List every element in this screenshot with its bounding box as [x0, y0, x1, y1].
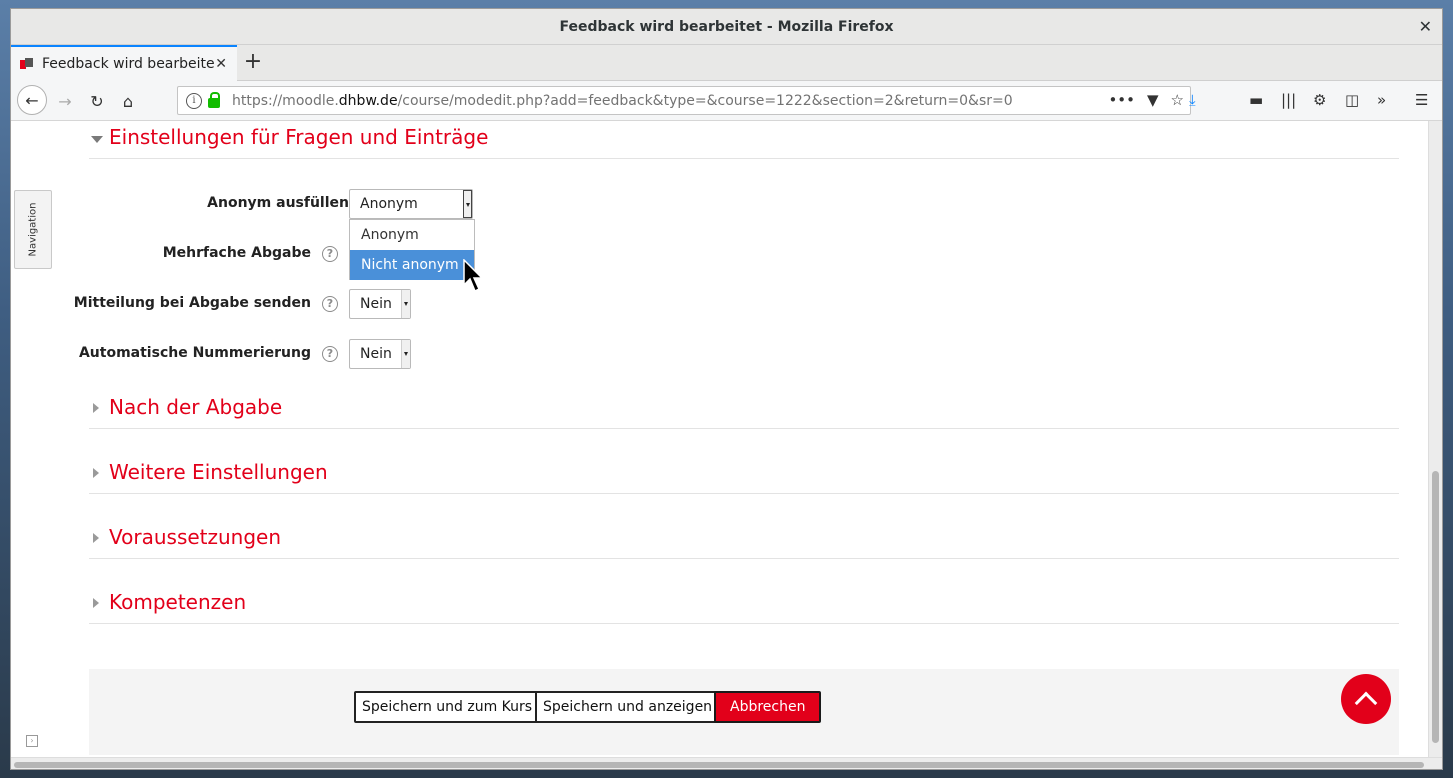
page-actions-icon[interactable]: •••: [1108, 91, 1135, 109]
tab-close-icon[interactable]: ✕: [215, 56, 227, 72]
section-after-submit-title[interactable]: Nach der Abgabe: [109, 395, 282, 419]
autonumber-row: Automatische Nummerierung: [79, 339, 489, 369]
overflow-chevron-icon[interactable]: »: [1377, 91, 1386, 109]
section-competencies-title[interactable]: Kompetenzen: [109, 590, 246, 614]
library-icon[interactable]: |||: [1281, 91, 1296, 109]
bookmark-star-icon[interactable]: ☆: [1171, 91, 1184, 109]
tab-feedback[interactable]: Feedback wird bearbeitet ✕: [11, 45, 237, 81]
download-icon[interactable]: ⤓: [1189, 91, 1196, 109]
dropdown-arrow-icon: [463, 190, 472, 218]
notification-select-value: Nein: [360, 296, 392, 312]
vertical-scrollbar-thumb[interactable]: [1432, 471, 1439, 743]
save-and-display-button[interactable]: Speichern und anzeigen: [535, 691, 721, 723]
section-after-submit-header[interactable]: Nach der Abgabe: [89, 391, 1399, 429]
back-to-top-button[interactable]: [1341, 674, 1391, 724]
reload-icon[interactable]: ↻: [83, 87, 111, 115]
section-more-settings-header[interactable]: Weitere Einstellungen: [89, 456, 1399, 494]
navigation-drawer-toggle[interactable]: Navigation: [14, 190, 52, 269]
navigation-toolbar: ← → ↻ ⌂ i https://moodle.dhbw.de/course/…: [11, 81, 1442, 121]
section-more-settings-title[interactable]: Weitere Einstellungen: [109, 460, 328, 484]
url-text[interactable]: https://moodle.dhbw.de/course/modedit.ph…: [232, 93, 1013, 109]
dropdown-arrow-icon: [401, 290, 410, 318]
extension-icon[interactable]: ⚙: [1313, 91, 1326, 109]
menu-hamburger-icon[interactable]: ☰: [1415, 91, 1428, 109]
anonymous-select-value: Anonym: [360, 196, 418, 212]
autonumber-select-value: Nein: [360, 346, 392, 362]
cancel-button[interactable]: Abbrechen: [714, 691, 822, 723]
horizontal-scrollbar-thumb[interactable]: [14, 762, 1424, 768]
pocket-icon[interactable]: ▼: [1147, 91, 1159, 109]
section-questions-title[interactable]: Einstellungen für Fragen und Einträge: [109, 125, 488, 149]
url-bar[interactable]: i https://moodle.dhbw.de/course/modedit.…: [177, 86, 1191, 115]
collapsed-arrow-icon: [93, 468, 99, 478]
anonymous-select[interactable]: Anonym: [349, 189, 473, 219]
notification-label: Mitteilung bei Abgabe senden: [73, 295, 311, 311]
autonumber-label: Automatische Nummerierung: [78, 345, 311, 361]
expanded-arrow-icon: [91, 136, 103, 143]
block-dock-icon[interactable]: ›: [26, 735, 38, 747]
navigation-label: Navigation: [27, 202, 39, 257]
sidebar-toggle-icon[interactable]: ◫: [1345, 91, 1359, 109]
multiple-row: Mehrfache Abgabe: [89, 239, 489, 269]
laptop-icon[interactable]: ▬: [1249, 91, 1263, 109]
window-title: Feedback wird bearbeitet - Mozilla Firef…: [559, 18, 894, 35]
help-icon[interactable]: ?: [322, 296, 338, 312]
home-icon[interactable]: ⌂: [114, 87, 142, 115]
section-competencies-header[interactable]: Kompetenzen: [89, 586, 1399, 624]
notification-select[interactable]: Nein: [349, 289, 411, 319]
help-icon[interactable]: ?: [322, 346, 338, 362]
window-close-icon[interactable]: ✕: [1419, 17, 1432, 36]
multiple-label: Mehrfache Abgabe: [162, 245, 311, 261]
section-restrictions-title[interactable]: Voraussetzungen: [109, 525, 281, 549]
save-and-return-button[interactable]: Speichern und zum Kurs: [354, 691, 541, 723]
dropdown-arrow-icon: [401, 340, 410, 368]
collapsed-arrow-icon: [93, 598, 99, 608]
tab-bar: Feedback wird bearbeitet ✕ +: [11, 45, 1442, 81]
horizontal-scrollbar[interactable]: [11, 757, 1442, 769]
collapsed-arrow-icon: [93, 533, 99, 543]
title-bar: Feedback wird bearbeitet - Mozilla Firef…: [11, 9, 1442, 45]
vertical-scrollbar[interactable]: [1428, 121, 1442, 757]
section-questions-header[interactable]: Einstellungen für Fragen und Einträge: [89, 121, 1399, 159]
help-icon[interactable]: ?: [322, 246, 338, 262]
chevron-up-icon: [1354, 691, 1378, 715]
collapsed-arrow-icon: [93, 403, 99, 413]
new-tab-icon[interactable]: +: [243, 51, 263, 73]
anonymous-label: Anonym ausfüllen: [207, 195, 349, 211]
tab-label: Feedback wird bearbeitet: [42, 56, 216, 72]
forward-arrow-icon[interactable]: →: [51, 87, 79, 115]
form-buttons-bar: Speichern und zum Kurs Speichern und anz…: [89, 669, 1399, 755]
browser-window: Feedback wird bearbeitet - Mozilla Firef…: [10, 8, 1443, 770]
back-arrow-icon[interactable]: ←: [17, 85, 47, 115]
mouse-cursor-icon: [463, 259, 484, 293]
notification-row: Mitteilung bei Abgabe senden: [74, 289, 489, 319]
lock-icon: [208, 91, 220, 108]
section-restrictions-header[interactable]: Voraussetzungen: [89, 521, 1399, 559]
autonumber-select[interactable]: Nein: [349, 339, 411, 369]
moodle-favicon-icon: [19, 56, 35, 72]
site-info-icon[interactable]: i: [186, 92, 202, 109]
page-content: Navigation Einstellungen für Fragen und …: [11, 121, 1430, 757]
